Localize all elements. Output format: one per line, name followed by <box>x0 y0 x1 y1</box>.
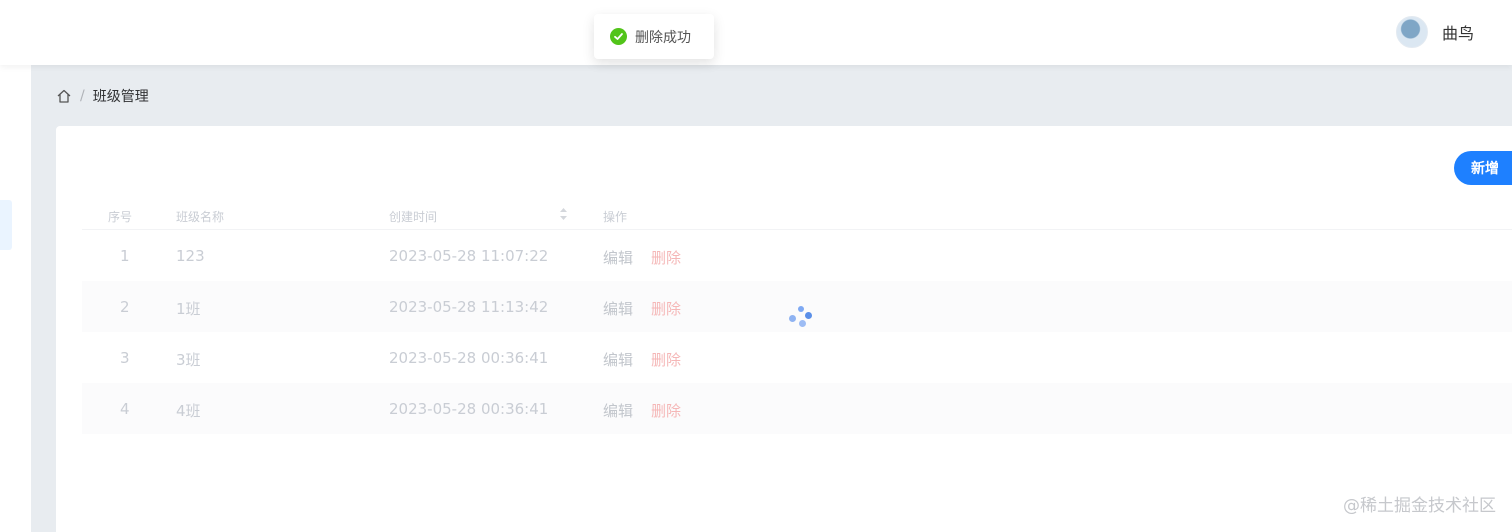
edit-link[interactable]: 编辑 <box>603 247 633 268</box>
cell-created: 2023-05-28 11:07:22 <box>389 247 549 265</box>
watermark: @稀土掘金技术社区 <box>1343 496 1496 516</box>
column-header-created[interactable]: 创建时间 <box>389 208 437 225</box>
edit-link[interactable]: 编辑 <box>603 400 633 421</box>
home-icon[interactable] <box>56 88 72 104</box>
sort-icon[interactable] <box>559 206 568 225</box>
delete-link[interactable]: 删除 <box>651 349 681 370</box>
column-header-actions: 操作 <box>603 210 628 224</box>
cell-created: 2023-05-28 11:13:42 <box>389 298 549 316</box>
breadcrumb: / 班级管理 <box>56 86 149 106</box>
sidebar-active-item[interactable] <box>0 200 12 250</box>
cell-name: 123 <box>176 247 205 265</box>
loading-spinner-icon <box>788 306 814 332</box>
username[interactable]: 曲鸟 <box>1442 20 1474 44</box>
edit-link[interactable]: 编辑 <box>603 349 633 370</box>
delete-link[interactable]: 删除 <box>651 247 681 268</box>
delete-link[interactable]: 删除 <box>651 298 681 319</box>
add-button[interactable]: 新增 <box>1454 151 1512 185</box>
content-card: 新增 序号 班级名称 创建时间 操作 1 123 2023-05-28 11:0… <box>56 126 1512 532</box>
cell-created: 2023-05-28 00:36:41 <box>389 400 549 418</box>
table-row: 1 123 2023-05-28 11:07:22 编辑 删除 <box>120 247 682 268</box>
table-row: 3 3班 2023-05-28 00:36:41 编辑 删除 <box>120 349 682 370</box>
table-row: 4 4班 2023-05-28 00:36:41 编辑 删除 <box>82 383 1512 434</box>
cell-created: 2023-05-28 00:36:41 <box>389 349 549 367</box>
column-header-index: 序号 <box>108 210 133 224</box>
sidebar <box>0 65 31 532</box>
breadcrumb-separator: / <box>80 88 85 104</box>
delete-link[interactable]: 删除 <box>651 400 681 421</box>
success-check-icon <box>610 28 627 45</box>
edit-link[interactable]: 编辑 <box>603 298 633 319</box>
avatar[interactable] <box>1395 16 1428 48</box>
cell-name: 1班 <box>176 300 201 318</box>
column-header-name: 班级名称 <box>176 210 225 224</box>
breadcrumb-current: 班级管理 <box>92 89 149 105</box>
toast-message: 删除成功 <box>594 14 714 59</box>
user-menu[interactable]: 曲鸟 <box>1395 16 1474 48</box>
top-header: 曲鸟 <box>0 0 1512 65</box>
cell-name: 4班 <box>176 402 201 420</box>
toast-text: 删除成功 <box>635 29 691 46</box>
cell-name: 3班 <box>176 351 201 369</box>
table-header: 序号 班级名称 创建时间 操作 <box>82 202 1512 230</box>
